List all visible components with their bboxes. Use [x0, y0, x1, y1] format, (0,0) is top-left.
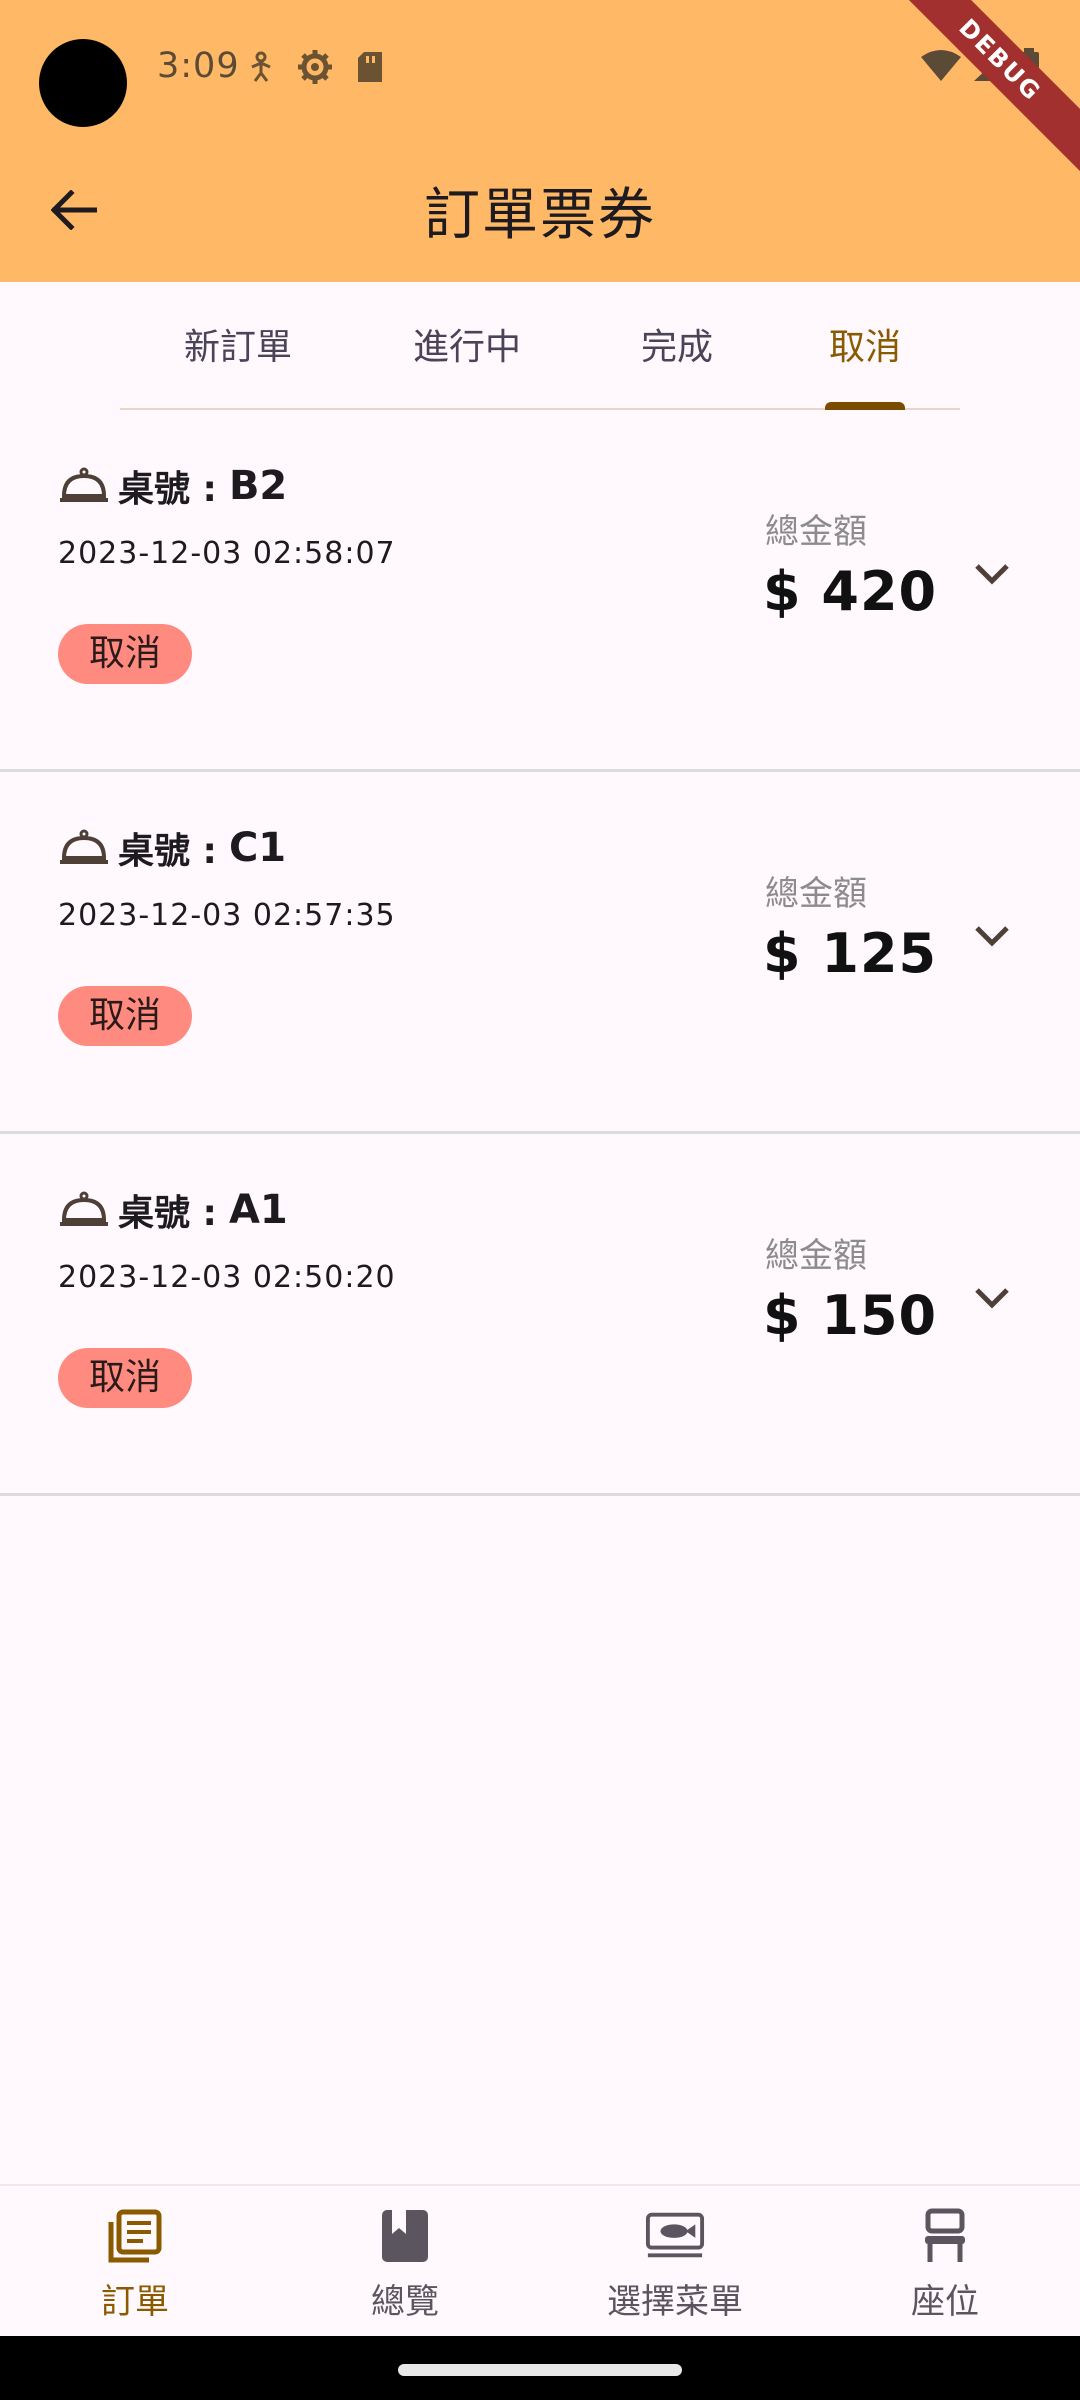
- camera-cutout: [39, 39, 127, 127]
- seat-icon: [915, 2206, 975, 2266]
- system-navigation-bar: [0, 2336, 1080, 2400]
- nav-label: 選擇菜單: [607, 2282, 743, 2322]
- orders-icon: [105, 2206, 165, 2266]
- order-time: 2023-12-03 02:57:35: [58, 898, 396, 933]
- chevron-down-icon: [975, 564, 1009, 585]
- total-amount-label: 總金額: [765, 874, 867, 914]
- status-time: 3:09: [157, 46, 240, 86]
- order-list: 桌號 : B2 2023-12-03 02:58:07 取消 總金額 $ 420…: [0, 410, 1080, 1496]
- nav-label: 總覽: [371, 2282, 439, 2322]
- table-number-row: 桌號 : C1: [58, 822, 286, 874]
- status-bar: 3:09: [0, 0, 1080, 140]
- bottom-navigation: 訂單 總覽 選擇菜單 座位: [0, 2184, 1080, 2338]
- total-amount-label: 總金額: [765, 1236, 867, 1276]
- expand-button[interactable]: [966, 910, 1018, 962]
- order-card[interactable]: 桌號 : B2 2023-12-03 02:58:07 取消 總金額 $ 420: [0, 410, 1080, 772]
- page-title: 訂單票券: [424, 183, 656, 248]
- room-service-bell-icon: [60, 829, 108, 864]
- nav-item-overview[interactable]: 總覽: [295, 2206, 515, 2323]
- nav-item-seats[interactable]: 座位: [835, 2206, 1055, 2323]
- menu-dish-icon: [645, 2206, 705, 2266]
- table-number-row: 桌號 : A1: [58, 1184, 288, 1236]
- status-badge: 取消: [58, 986, 192, 1046]
- expand-button[interactable]: [966, 1272, 1018, 1324]
- total-amount-label: 總金額: [765, 512, 867, 552]
- table-label: 桌號 :: [118, 1193, 217, 1234]
- tab-active-indicator: [825, 402, 905, 410]
- tab-new-orders[interactable]: 新訂單: [178, 318, 298, 370]
- wifi-icon: [921, 50, 961, 81]
- order-card[interactable]: 桌號 : A1 2023-12-03 02:50:20 取消 總金額 $ 150: [0, 1134, 1080, 1496]
- settings-gear-icon: [298, 50, 332, 84]
- nav-item-select-menu[interactable]: 選擇菜單: [565, 2206, 785, 2323]
- order-time: 2023-12-03 02:58:07: [58, 536, 396, 571]
- total-amount-value: $ 125: [763, 922, 938, 985]
- order-time: 2023-12-03 02:50:20: [58, 1260, 396, 1295]
- home-gesture-pill[interactable]: [398, 2364, 682, 2376]
- order-tabs: 新訂單 進行中 完成 取消: [120, 282, 960, 410]
- nav-item-orders[interactable]: 訂單: [25, 2206, 245, 2323]
- expand-button[interactable]: [966, 548, 1018, 600]
- status-badge: 取消: [58, 1348, 192, 1408]
- total-amount-value: $ 420: [763, 560, 938, 623]
- tab-completed[interactable]: 完成: [632, 318, 722, 370]
- chevron-down-icon: [975, 1288, 1009, 1309]
- status-icons-left: [248, 48, 384, 86]
- tab-cancelled[interactable]: 取消: [820, 318, 910, 370]
- room-service-bell-icon: [60, 1191, 108, 1226]
- table-label: 桌號 :: [118, 469, 217, 510]
- app-bar: 訂單票券: [0, 140, 1080, 282]
- nav-label: 座位: [911, 2282, 979, 2322]
- notification-accessibility-icon: [251, 51, 271, 82]
- chevron-down-icon: [975, 926, 1009, 947]
- tab-in-progress[interactable]: 進行中: [407, 318, 527, 370]
- order-card[interactable]: 桌號 : C1 2023-12-03 02:57:35 取消 總金額 $ 125: [0, 772, 1080, 1134]
- table-number: C1: [228, 825, 287, 871]
- table-number: A1: [228, 1187, 288, 1233]
- header: 3:09 DEBUG 訂單票券: [0, 0, 1080, 282]
- bookmark-book-icon: [375, 2206, 435, 2266]
- room-service-bell-icon: [60, 467, 108, 502]
- nav-label: 訂單: [101, 2282, 169, 2322]
- total-amount-value: $ 150: [763, 1284, 938, 1347]
- table-label: 桌號 :: [118, 831, 217, 872]
- table-number-row: 桌號 : B2: [58, 460, 287, 512]
- sd-card-icon: [358, 52, 382, 82]
- table-number: B2: [228, 463, 288, 509]
- status-badge: 取消: [58, 624, 192, 684]
